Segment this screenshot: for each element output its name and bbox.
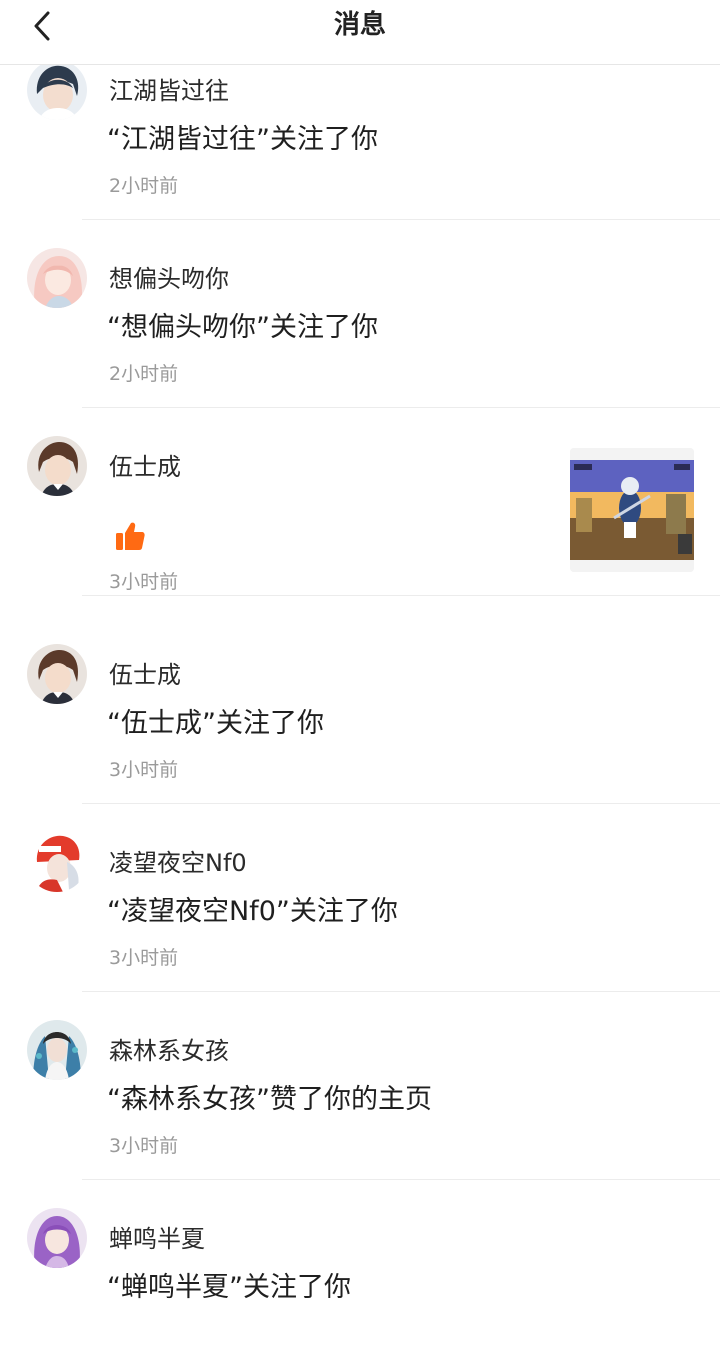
list-item[interactable]: 凌望夜空Nf0 “凌望夜空Nf0”关注了你 3小时前 <box>0 804 720 992</box>
username[interactable]: 想偏头吻你 <box>109 264 229 294</box>
username[interactable]: 凌望夜空Nf0 <box>109 848 247 878</box>
timestamp: 3小时前 <box>109 1135 179 1157</box>
page-title: 消息 <box>333 10 386 40</box>
divider <box>82 595 720 596</box>
list-item[interactable]: 森林系女孩 “森林系女孩”赞了你的主页 3小时前 <box>0 992 720 1180</box>
timestamp: 2小时前 <box>109 363 179 385</box>
thumbs-up-icon <box>114 520 146 552</box>
message-text: “蝉鸣半夏”关注了你 <box>107 1272 351 1303</box>
message-text: “想偏头吻你”关注了你 <box>107 312 378 343</box>
message-text: “伍士成”关注了你 <box>107 708 324 739</box>
message-text: “江湖皆过往”关注了你 <box>107 124 378 155</box>
message-list: 江湖皆过往 “江湖皆过往”关注了你 2小时前 想偏头吻你 “想偏头吻你”关注了你… <box>0 0 720 1303</box>
avatar[interactable] <box>27 832 87 892</box>
timestamp: 3小时前 <box>109 571 179 593</box>
message-text: “凌望夜空Nf0”关注了你 <box>107 896 398 927</box>
timestamp: 3小时前 <box>109 947 179 969</box>
list-item[interactable]: 蝉鸣半夏 “蝉鸣半夏”关注了你 <box>0 1180 720 1368</box>
avatar[interactable] <box>27 60 87 120</box>
avatar[interactable] <box>27 1208 87 1268</box>
avatar[interactable] <box>27 1020 87 1080</box>
username[interactable]: 伍士成 <box>109 660 181 690</box>
top-bar: 消息 <box>0 0 720 65</box>
avatar[interactable] <box>27 644 87 704</box>
avatar[interactable] <box>27 248 87 308</box>
username[interactable]: 森林系女孩 <box>109 1036 229 1066</box>
list-item[interactable]: 伍士成 “伍士成”关注了你 3小时前 <box>0 616 720 804</box>
timestamp: 2小时前 <box>109 175 179 197</box>
message-text: “森林系女孩”赞了你的主页 <box>107 1084 432 1115</box>
username[interactable]: 蝉鸣半夏 <box>109 1224 205 1254</box>
post-thumbnail[interactable] <box>570 448 694 572</box>
avatar[interactable] <box>27 436 87 496</box>
timestamp: 3小时前 <box>109 759 179 781</box>
list-item[interactable]: 想偏头吻你 “想偏头吻你”关注了你 2小时前 <box>0 220 720 408</box>
username[interactable]: 伍士成 <box>109 452 181 482</box>
list-item[interactable]: 伍士成 3小时前 <box>0 408 720 596</box>
username[interactable]: 江湖皆过往 <box>109 76 229 106</box>
